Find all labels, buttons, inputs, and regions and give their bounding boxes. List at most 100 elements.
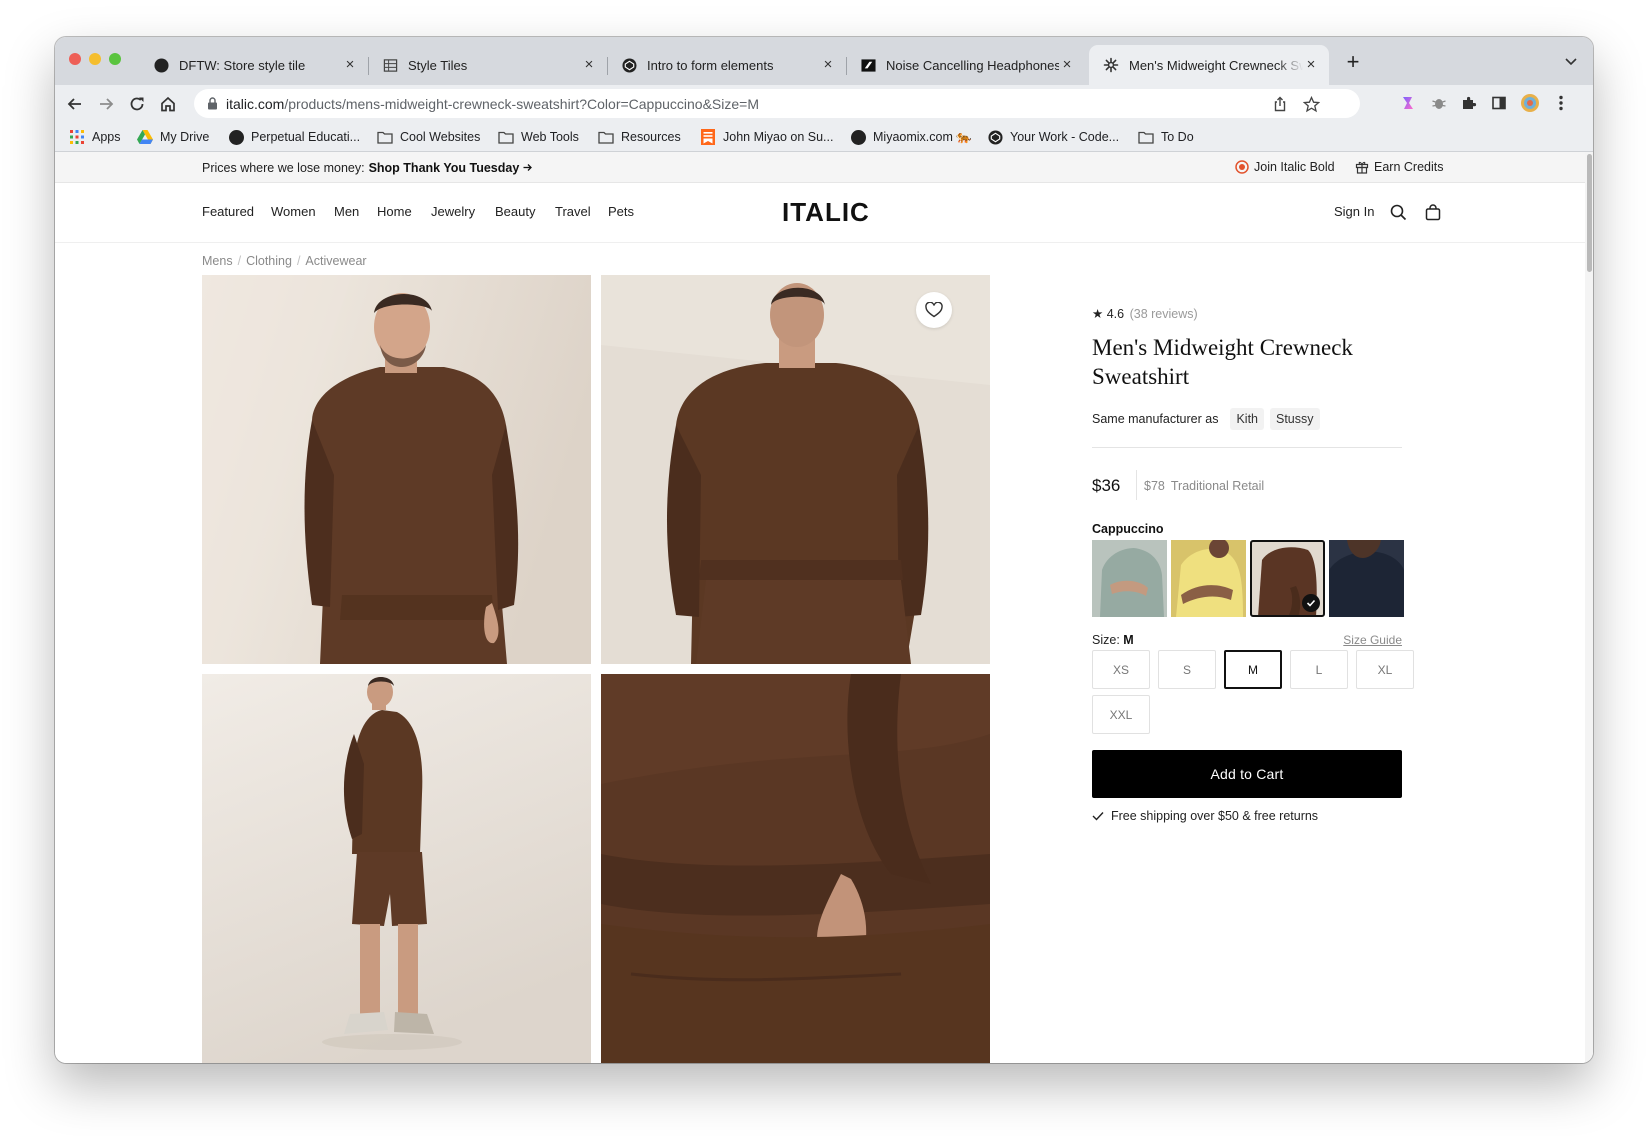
page-scrollbar[interactable]: [1585, 152, 1593, 1063]
color-swatch-yellow[interactable]: [1171, 540, 1246, 617]
breadcrumb-mens[interactable]: Mens: [202, 254, 233, 268]
github-icon: [153, 57, 169, 73]
home-icon[interactable]: [157, 93, 179, 115]
size-option-xl[interactable]: XL: [1356, 650, 1414, 689]
product-photo-detail[interactable]: [601, 674, 990, 1063]
share-icon[interactable]: [1271, 95, 1289, 113]
tab-strip: DFTW: Store style tile × Style Tiles × I…: [55, 37, 1593, 85]
tab-noise-cancelling-headphones[interactable]: Noise Cancelling Headphones ×: [846, 45, 1085, 85]
promo-link[interactable]: Shop Thank You Tuesday: [369, 161, 532, 175]
reload-icon[interactable]: [126, 93, 148, 115]
arrow-right-icon: [523, 164, 532, 171]
nav-men[interactable]: Men: [334, 204, 359, 219]
folder-icon: [1138, 129, 1154, 145]
nav-travel[interactable]: Travel: [555, 204, 591, 219]
rating-value: 4.6: [1106, 307, 1125, 321]
italic-icon: [1103, 57, 1119, 73]
url-path: /products/mens-midweight-crewneck-sweats…: [284, 96, 759, 112]
more-vert-icon[interactable]: [1551, 93, 1571, 113]
size-option-l[interactable]: L: [1290, 650, 1348, 689]
close-icon[interactable]: ×: [1303, 57, 1319, 73]
bookmark-label: Perpetual Educati...: [251, 130, 361, 144]
promo-text: Prices where we lose money:: [202, 161, 365, 175]
site-logo[interactable]: ITALIC: [782, 197, 870, 228]
circle-icon: [228, 129, 244, 145]
scrollbar-thumb[interactable]: [1587, 154, 1592, 272]
bookmark-your-work-codepen[interactable]: Your Work - Code...: [987, 128, 1119, 146]
nav-beauty[interactable]: Beauty: [495, 204, 535, 219]
bookmark-to-do[interactable]: To Do: [1138, 128, 1194, 146]
site-nav: Featured Women Men Home Jewelry Beauty T…: [55, 183, 1585, 243]
bookmark-resources[interactable]: Resources: [598, 128, 681, 146]
color-swatch-navy[interactable]: [1329, 540, 1404, 617]
side-panel-icon[interactable]: [1489, 93, 1509, 113]
chevron-down-icon[interactable]: [1563, 53, 1579, 69]
maximize-window-button[interactable]: [109, 53, 121, 65]
close-icon[interactable]: ×: [581, 57, 597, 73]
nav-pets[interactable]: Pets: [608, 204, 634, 219]
bug-extension-icon[interactable]: [1429, 93, 1449, 113]
profile-avatar-icon[interactable]: [1520, 93, 1540, 113]
forward-icon[interactable]: [95, 93, 117, 115]
same-manufacturer-label: Same manufacturer as: [1092, 412, 1219, 426]
close-window-button[interactable]: [69, 53, 81, 65]
sign-in-link[interactable]: Sign In: [1334, 204, 1374, 219]
apps-grid-icon: [69, 129, 85, 145]
size-guide-link[interactable]: Size Guide: [1343, 633, 1402, 647]
close-icon[interactable]: ×: [1059, 57, 1075, 73]
product-photo-full-body[interactable]: [202, 674, 591, 1063]
size-option-m[interactable]: M: [1224, 650, 1282, 689]
new-tab-button[interactable]: +: [1341, 51, 1365, 75]
size-option-s[interactable]: S: [1158, 650, 1216, 689]
folder-icon: [498, 129, 514, 145]
shopping-bag-icon[interactable]: [1423, 202, 1443, 222]
bookmark-miyaomix[interactable]: Miyaomix.com 🐅: [850, 128, 972, 146]
search-icon[interactable]: [1388, 202, 1408, 222]
bookmark-apps[interactable]: Apps: [69, 128, 121, 146]
size-option-xs[interactable]: XS: [1092, 650, 1150, 689]
color-swatch-sage[interactable]: [1092, 540, 1167, 617]
earn-credits-link[interactable]: Earn Credits: [1355, 160, 1443, 174]
manufacturer-chip-kith: Kith: [1230, 408, 1264, 430]
product-photo-back[interactable]: [601, 275, 990, 664]
puzzle-extensions-icon[interactable]: [1459, 93, 1479, 113]
bookmark-my-drive[interactable]: My Drive: [137, 128, 209, 146]
tab-dftw-store-style-tile[interactable]: DFTW: Store style tile ×: [139, 45, 369, 85]
product-photo-front[interactable]: [202, 275, 591, 664]
bookmark-cool-websites[interactable]: Cool Websites: [377, 128, 480, 146]
breadcrumb-activewear[interactable]: Activewear: [305, 254, 366, 268]
nav-women[interactable]: Women: [271, 204, 316, 219]
shipping-note: Free shipping over $50 & free returns: [1092, 809, 1318, 823]
color-swatch-cappuccino[interactable]: [1250, 540, 1325, 617]
nav-home[interactable]: Home: [377, 204, 412, 219]
checkmark-icon: [1092, 811, 1104, 821]
tab-style-tiles[interactable]: Style Tiles ×: [368, 45, 608, 85]
codepen-icon: [987, 129, 1003, 145]
product-rating[interactable]: ★ 4.6 (38 reviews): [1092, 306, 1198, 321]
nav-featured[interactable]: Featured: [202, 204, 254, 219]
divider: [1092, 447, 1402, 448]
add-to-cart-button[interactable]: Add to Cart: [1092, 750, 1402, 798]
nav-jewelry[interactable]: Jewelry: [431, 204, 475, 219]
check-icon: [1302, 594, 1320, 612]
bookmark-web-tools[interactable]: Web Tools: [498, 128, 579, 146]
breadcrumb-clothing[interactable]: Clothing: [246, 254, 292, 268]
favorite-heart-icon[interactable]: [916, 292, 952, 328]
extension-gradient-icon[interactable]: [1398, 93, 1418, 113]
tab-mens-midweight-crewneck-sweatshirt[interactable]: Men's Midweight Crewneck Sweatshirt ×: [1089, 45, 1329, 85]
size-option-xxl[interactable]: XXL: [1092, 695, 1150, 734]
address-bar[interactable]: italic.com/products/mens-midweight-crewn…: [194, 89, 1360, 118]
tab-intro-to-form-elements[interactable]: Intro to form elements ×: [607, 45, 847, 85]
bookmarks-bar: Apps My Drive Perpetual Educati... Cool …: [55, 122, 1593, 152]
close-icon[interactable]: ×: [820, 57, 836, 73]
url-host: italic.com: [226, 96, 285, 112]
join-italic-bold-link[interactable]: Join Italic Bold: [1235, 160, 1335, 174]
back-icon[interactable]: [64, 93, 86, 115]
minimize-window-button[interactable]: [89, 53, 101, 65]
brand-icon: [860, 57, 876, 73]
bookmark-perpetual-education[interactable]: Perpetual Educati...: [228, 128, 360, 146]
same-manufacturer: Same manufacturer as Kith Stussy: [1092, 408, 1320, 430]
close-icon[interactable]: ×: [342, 57, 358, 73]
bookmark-john-miyao[interactable]: John Miyao on Su...: [700, 128, 833, 146]
bookmark-star-icon[interactable]: [1302, 95, 1320, 113]
